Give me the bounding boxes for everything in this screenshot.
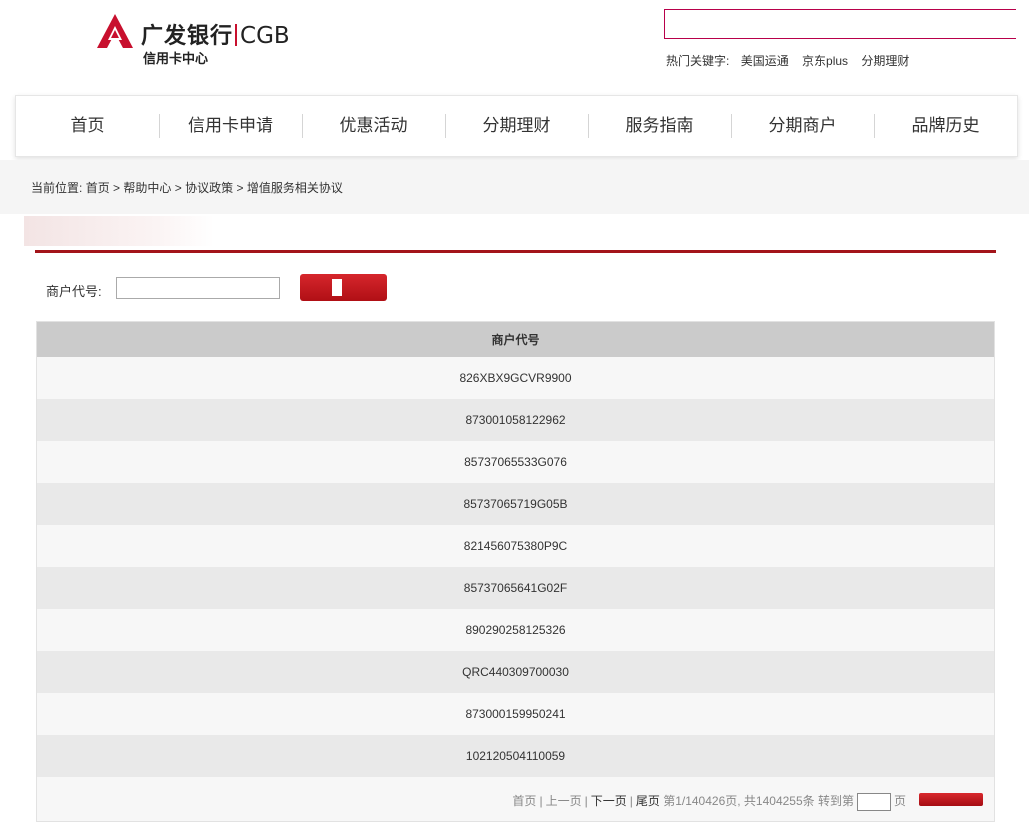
breadcrumb-current[interactable]: 增值服务相关协议 [247,181,343,195]
nav-item-service-guide[interactable]: 服务指南 [588,96,731,156]
pager-go-button[interactable] [919,793,983,806]
pager-suffix: 页 [893,794,906,808]
pager-separator: | [539,794,543,808]
table-header-merchant-code: 商户代号 [37,322,994,357]
pager-separator: | [629,794,633,808]
cgb-logo-mark-icon [97,14,133,48]
table-row: 85737065719G05B [37,483,994,525]
section-title-placeholder [24,216,214,246]
merchant-code-cell: 102120504110059 [37,735,994,777]
nav-item-brand-history[interactable]: 品牌历史 [874,96,1017,156]
hot-keywords-label: 热门关键字: [666,54,730,68]
merchant-code-cell: 85737065533G076 [37,441,994,483]
hot-keyword-link[interactable]: 分期理财 [861,54,909,68]
table-row: 821456075380P9C [37,525,994,567]
pagination-text: 首页 | 上一页 | 下一页 | 尾页 第1/140426页, 共1404255条 转到第页 [512,792,906,811]
merchant-code-cell: 826XBX9GCVR9900 [37,357,994,399]
breadcrumb-label: 当前位置: [31,181,83,195]
merchant-table: 商户代号 826XBX9GCVR9900 873001058122962 857… [36,321,995,822]
nav-item-installment[interactable]: 分期理财 [445,96,588,156]
logo-subtitle: 信用卡中心 [143,51,209,66]
site-header: 广发银行 CGB 信用卡中心 热门关键字: 美国运通 京东plus 分期理财 [0,0,1029,88]
section-divider [35,250,996,253]
breadcrumb-separator: > [113,181,121,195]
table-row: 890290258125326 [37,609,994,651]
query-button-glyph-icon [332,279,342,296]
merchant-code-cell: 873001058122962 [37,399,994,441]
logo-english-name: CGB [240,23,290,49]
table-row: QRC440309700030 [37,651,994,693]
merchant-code-cell: 890290258125326 [37,609,994,651]
table-row: 826XBX9GCVR9900 [37,357,994,399]
pager-info: 第1/140426页, 共1404255条 转到第 [663,794,854,808]
table-row: 85737065533G076 [37,441,994,483]
query-button[interactable] [300,274,387,301]
nav-item-card-apply[interactable]: 信用卡申请 [159,96,302,156]
table-row: 102120504110059 [37,735,994,777]
nav-item-merchants[interactable]: 分期商户 [731,96,874,156]
pager-first-link[interactable]: 首页 [512,794,536,808]
logo-divider [235,24,238,46]
pager-last-link[interactable]: 尾页 [636,794,660,808]
merchant-code-input[interactable] [116,277,280,299]
cgb-logo[interactable]: 广发银行 CGB 信用卡中心 [97,14,297,70]
hot-keyword-link[interactable]: 京东plus [802,54,848,68]
merchant-code-cell: 85737065719G05B [37,483,994,525]
breadcrumb-home[interactable]: 首页 [86,181,110,195]
table-row: 85737065641G02F [37,567,994,609]
logo-text: 广发银行 CGB [141,18,290,50]
logo-chinese-name: 广发银行 [141,23,234,48]
hot-keywords: 热门关键字: 美国运通 京东plus 分期理财 [666,52,919,69]
hot-keyword-link[interactable]: 美国运通 [741,54,789,68]
merchant-code-cell: 85737065641G02F [37,567,994,609]
nav-item-promotions[interactable]: 优惠活动 [302,96,445,156]
search-input[interactable] [664,9,1016,39]
breadcrumb-separator: > [236,181,244,195]
nav-item-home[interactable]: 首页 [16,96,159,156]
pagination: 首页 | 上一页 | 下一页 | 尾页 第1/140426页, 共1404255条 转到第页 [37,777,994,821]
pager-next-link[interactable]: 下一页 [591,794,627,808]
merchant-code-cell: QRC440309700030 [37,651,994,693]
pager-goto-input[interactable] [856,792,891,811]
pager-separator: | [584,794,588,808]
breadcrumb: 当前位置: 首页 > 帮助中心 > 协议政策 > 增值服务相关协议 [31,179,343,196]
main-nav: 首页 信用卡申请 优惠活动 分期理财 服务指南 分期商户 品牌历史 [15,95,1018,157]
merchant-code-cell: 821456075380P9C [37,525,994,567]
table-row: 873000159950241 [37,693,994,735]
merchant-code-label: 商户代号: [46,284,102,299]
pager-prev-link[interactable]: 上一页 [546,794,582,808]
breadcrumb-separator: > [174,181,182,195]
merchant-code-cell: 873000159950241 [37,693,994,735]
breadcrumb-policies[interactable]: 协议政策 [185,181,233,195]
table-row: 873001058122962 [37,399,994,441]
breadcrumb-help-center[interactable]: 帮助中心 [123,181,171,195]
